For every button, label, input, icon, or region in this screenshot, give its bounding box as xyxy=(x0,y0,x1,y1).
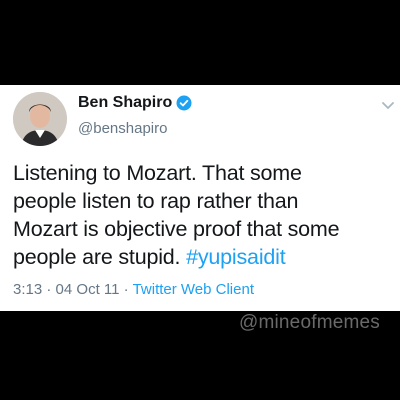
author-name[interactable]: Ben Shapiro xyxy=(78,94,172,112)
chevron-down-icon[interactable] xyxy=(381,98,395,110)
watermark: @mineofmemes xyxy=(238,312,380,333)
tweet-text-line: Listening to Mozart. That some xyxy=(13,161,302,185)
tweet-text: Listening to Mozart. That some people li… xyxy=(13,159,393,271)
author-name-row[interactable]: Ben Shapiro xyxy=(78,94,192,112)
tweet-card: Ben Shapiro @benshapiro Listening to Moz… xyxy=(0,85,400,311)
tweet-text-line: people are stupid. #yupisaidit xyxy=(13,243,393,271)
tweet-client-link[interactable]: Twitter Web Client xyxy=(133,281,254,298)
author-handle[interactable]: @benshapiro xyxy=(78,120,167,137)
verified-badge-icon xyxy=(176,95,192,111)
tweet-text-plain: people are stupid. xyxy=(13,245,187,269)
tweet-date[interactable]: 04 Oct 11 xyxy=(56,281,120,298)
avatar-image xyxy=(13,92,67,146)
meta-separator: · xyxy=(123,281,129,298)
tweet-text-line: Mozart is objective proof that some xyxy=(13,217,340,241)
tweet-time[interactable]: 3:13 xyxy=(13,281,42,298)
tweet-text-line: people listen to rap rather than xyxy=(13,189,299,213)
meta-separator: · xyxy=(46,281,52,298)
avatar[interactable] xyxy=(13,92,67,146)
hashtag-link[interactable]: #yupisaidit xyxy=(186,245,286,269)
tweet-meta: 3:13 · 04 Oct 11 · Twitter Web Client xyxy=(13,281,254,298)
